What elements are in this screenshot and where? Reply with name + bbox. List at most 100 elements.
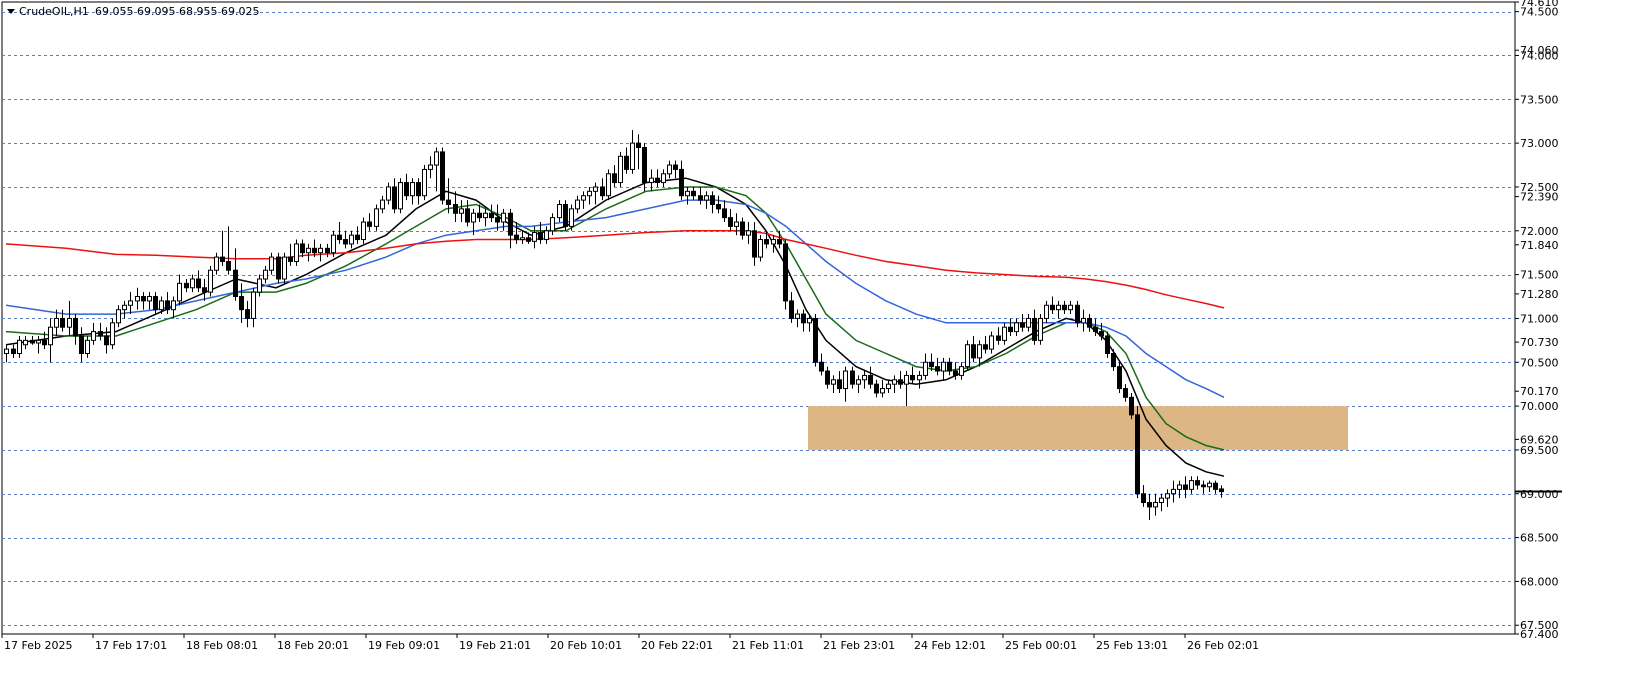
candle-body: [831, 379, 836, 385]
candle-body: [1002, 326, 1007, 341]
candle-body: [526, 237, 531, 242]
candle: [110, 318, 115, 350]
y-tick-label: 69.000: [1520, 488, 1559, 501]
candle-body: [226, 260, 231, 271]
candle-body: [85, 339, 90, 355]
candle-body: [642, 147, 647, 184]
candle-body: [1062, 304, 1067, 311]
candle-body: [36, 339, 41, 344]
candle: [1117, 362, 1122, 393]
x-tick-label: 25 Feb 13:01: [1096, 639, 1168, 652]
candle-body: [630, 142, 635, 170]
candle-body: [483, 212, 488, 219]
x-tick-label: 21 Feb 11:01: [732, 639, 804, 652]
candle-body: [1171, 488, 1176, 495]
candle-body: [1050, 304, 1055, 311]
candle-body: [79, 335, 84, 355]
candle-body: [953, 370, 958, 376]
candle-body: [722, 208, 727, 219]
candle-body: [300, 243, 305, 254]
x-tick-label: 17 Feb 17:01: [95, 639, 167, 652]
candle: [208, 265, 213, 297]
candle-body: [807, 317, 812, 324]
y-tick-label: 68.500: [1520, 532, 1559, 545]
candle: [1038, 314, 1043, 345]
candle-body: [923, 361, 928, 376]
candle-body: [929, 361, 934, 368]
y-tick-label: 72.390: [1520, 191, 1559, 204]
candle-body: [673, 164, 678, 170]
candle-body: [214, 256, 219, 271]
y-tick-label: 68.000: [1520, 575, 1559, 588]
candle-body: [1081, 317, 1086, 324]
candle-body: [624, 155, 629, 170]
candle-body: [392, 186, 397, 210]
candle-body: [60, 317, 65, 328]
candle-body: [685, 190, 690, 197]
candle-body: [1123, 388, 1128, 398]
candle-body: [294, 243, 299, 262]
candle-body: [501, 212, 506, 223]
x-tick-label: 19 Feb 21:01: [459, 639, 531, 652]
candle-body: [1189, 480, 1194, 490]
candle-body: [910, 374, 915, 381]
chart-header[interactable]: CrudeOIL,H1 69.055 69.095 68.955 69.025: [7, 5, 259, 18]
candle-body: [904, 374, 909, 385]
x-tick-label: 21 Feb 23:01: [823, 639, 895, 652]
candle: [282, 252, 287, 284]
candle-body: [1183, 484, 1188, 490]
candle-body: [1026, 317, 1031, 328]
candle-body: [67, 317, 72, 328]
candle-body: [434, 151, 439, 166]
candle-body: [746, 230, 751, 236]
candle-body: [263, 269, 268, 280]
candle-body: [704, 195, 709, 201]
candle-body: [508, 212, 513, 236]
candle-body: [208, 269, 213, 293]
x-tick-label: 20 Feb 22:01: [641, 639, 713, 652]
candle-body: [593, 186, 598, 192]
candle-body: [1008, 326, 1013, 333]
candle-body: [239, 296, 244, 311]
price-chart[interactable]: 74.61074.50074.06074.00073.50073.00072.5…: [0, 0, 1651, 691]
candle-body: [4, 348, 9, 355]
candle-body: [196, 278, 201, 289]
candle-body: [153, 296, 158, 311]
candle-body: [1159, 497, 1164, 504]
candle-body: [73, 317, 78, 337]
candle-body: [752, 230, 757, 258]
y-tick-label: 71.840: [1520, 239, 1559, 252]
candle-body: [795, 313, 800, 319]
candle-body: [989, 335, 994, 350]
candle-body: [716, 203, 721, 210]
candle: [294, 239, 299, 266]
candle-body: [935, 366, 940, 372]
candle-body: [453, 203, 458, 214]
candle-body: [1093, 326, 1098, 333]
candle-body: [698, 195, 703, 201]
candle-body: [355, 234, 360, 241]
candle-body: [416, 182, 421, 197]
candle-body: [91, 331, 96, 341]
y-tick-label: 67.400: [1520, 628, 1559, 641]
candle-body: [996, 335, 1001, 341]
candle-body: [98, 331, 103, 337]
candle-body: [1201, 484, 1206, 488]
candle-body: [398, 182, 403, 210]
candle-body: [947, 361, 952, 372]
candle-body: [1038, 317, 1043, 341]
y-tick-label: 69.500: [1520, 444, 1559, 457]
candle-body: [165, 300, 170, 311]
candle-body: [661, 173, 666, 184]
candle-body: [465, 208, 470, 223]
x-tick-label: 26 Feb 02:01: [1187, 639, 1259, 652]
candle-body: [581, 195, 586, 201]
candle-body: [843, 370, 848, 390]
candle-body: [11, 348, 16, 355]
candle-body: [801, 313, 806, 324]
candle-body: [520, 237, 525, 241]
y-tick-label: 71.500: [1520, 269, 1559, 282]
candle-body: [538, 232, 543, 241]
candle: [440, 147, 445, 205]
candle-body: [1020, 322, 1025, 328]
